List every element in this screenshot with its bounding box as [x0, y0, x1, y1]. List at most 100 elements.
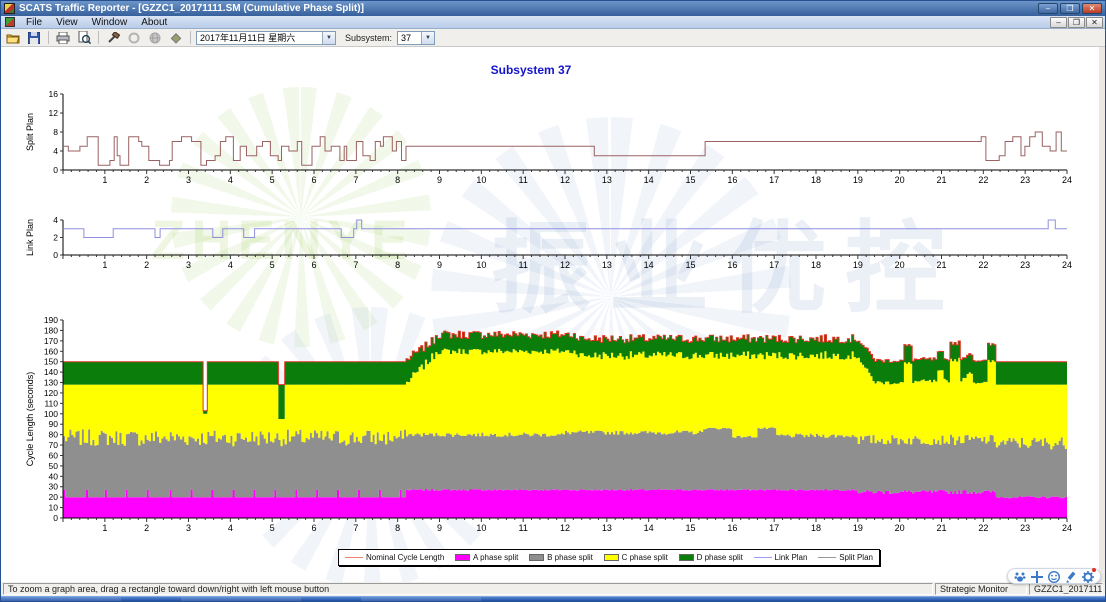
svg-text:17: 17 [769, 260, 779, 270]
legend-marker [529, 554, 544, 561]
menu-item-window[interactable]: Window [85, 16, 135, 29]
svg-text:19: 19 [853, 260, 863, 270]
window-title: SCATS Traffic Reporter - [GZZC1_20171111… [19, 3, 1034, 14]
svg-text:0: 0 [53, 513, 58, 523]
legend-label: Split Plan [839, 553, 873, 562]
subsystem-value: 37 [401, 33, 411, 43]
svg-text:8: 8 [395, 175, 400, 185]
status-bar: To zoom a graph area, drag a rectangle t… [1, 582, 1105, 596]
cycle-length-chart[interactable]: 1234567891011121314151617181920212223240… [21, 315, 1081, 543]
link-plan-chart[interactable]: 1234567891011121314151617181920212223240… [21, 210, 1081, 274]
ime-pencil-icon[interactable] [1065, 570, 1077, 582]
mdi-minimize-button[interactable]: – [1050, 17, 1067, 28]
ime-paw-icon[interactable] [1014, 570, 1026, 582]
svg-text:60: 60 [49, 450, 59, 460]
legend-item: D phase split [679, 553, 743, 562]
stop-button-disabled [146, 30, 164, 45]
mdi-child-icon[interactable] [5, 17, 15, 27]
svg-text:21: 21 [936, 260, 946, 270]
legend-marker [818, 557, 836, 558]
svg-text:8: 8 [53, 127, 58, 137]
svg-text:16: 16 [727, 523, 737, 533]
mdi-restore-button[interactable]: ❐ [1068, 17, 1085, 28]
print-preview-icon [78, 31, 91, 44]
svg-text:30: 30 [49, 482, 59, 492]
minimize-button[interactable]: – [1038, 3, 1058, 14]
svg-text:20: 20 [895, 523, 905, 533]
svg-text:22: 22 [978, 260, 988, 270]
chevron-down-icon[interactable]: ▼ [322, 32, 335, 44]
close-button[interactable]: ✕ [1082, 3, 1102, 14]
svg-text:14: 14 [644, 523, 654, 533]
svg-text:24: 24 [1062, 175, 1072, 185]
save-icon [28, 32, 40, 44]
ring-icon [128, 32, 140, 44]
status-hint: To zoom a graph area, drag a rectangle t… [3, 583, 933, 595]
subsystem-label: Subsystem: [345, 33, 392, 43]
print-button[interactable] [54, 30, 72, 45]
legend-marker [754, 557, 772, 558]
svg-text:7: 7 [353, 260, 358, 270]
svg-text:150: 150 [44, 357, 58, 367]
svg-text:11: 11 [518, 175, 527, 185]
svg-text:12: 12 [49, 108, 59, 118]
tools-icon [107, 32, 120, 44]
mdi-close-button[interactable]: ✕ [1086, 17, 1103, 28]
menu-item-view[interactable]: View [49, 16, 85, 29]
svg-text:15: 15 [685, 523, 695, 533]
ime-smiley-icon[interactable] [1048, 570, 1060, 582]
svg-text:10: 10 [476, 523, 486, 533]
svg-text:15: 15 [685, 260, 695, 270]
svg-text:190: 190 [44, 315, 58, 325]
save-button[interactable] [25, 30, 43, 45]
svg-text:23: 23 [1020, 523, 1030, 533]
svg-text:17: 17 [769, 523, 779, 533]
svg-text:19: 19 [853, 175, 863, 185]
legend-label: C phase split [622, 553, 668, 562]
svg-text:16: 16 [49, 89, 59, 99]
svg-text:18: 18 [811, 260, 821, 270]
svg-text:1: 1 [102, 175, 107, 185]
svg-text:24: 24 [1062, 523, 1072, 533]
svg-text:11: 11 [518, 260, 527, 270]
status-monitor-panel: Strategic Monitor [935, 583, 1027, 595]
svg-text:8: 8 [395, 260, 400, 270]
svg-text:9: 9 [437, 175, 442, 185]
svg-text:18: 18 [811, 523, 821, 533]
legend-label: A phase split [473, 553, 518, 562]
svg-text:80: 80 [49, 430, 59, 440]
legend-marker [679, 554, 694, 561]
svg-text:8: 8 [395, 523, 400, 533]
svg-text:7: 7 [353, 523, 358, 533]
menu-item-about[interactable]: About [134, 16, 174, 29]
svg-text:2: 2 [144, 523, 149, 533]
legend-label: Nominal Cycle Length [366, 553, 444, 562]
svg-text:14: 14 [644, 175, 654, 185]
ime-move-icon[interactable] [1031, 570, 1043, 582]
svg-text:Split Plan: Split Plan [25, 113, 35, 151]
svg-text:2: 2 [53, 233, 58, 243]
svg-text:2: 2 [144, 175, 149, 185]
chevron-down-icon[interactable]: ▼ [421, 32, 434, 44]
svg-text:21: 21 [936, 175, 946, 185]
svg-text:5: 5 [270, 175, 275, 185]
tools-button[interactable] [104, 30, 122, 45]
svg-text:9: 9 [437, 260, 442, 270]
chart-legend: Nominal Cycle Length A phase split B phase… [338, 549, 880, 566]
subsystem-combobox[interactable]: 37 ▼ [397, 31, 435, 45]
svg-text:4: 4 [53, 146, 58, 156]
print-preview-button[interactable] [75, 30, 93, 45]
legend-item: Split Plan [818, 553, 873, 562]
svg-text:11: 11 [518, 523, 527, 533]
date-combobox[interactable]: 2017年11月11日 星期六 ▼ [196, 31, 336, 45]
notification-badge [1092, 568, 1096, 572]
svg-text:10: 10 [476, 175, 486, 185]
maximize-button[interactable]: ❐ [1060, 3, 1080, 14]
legend-label: B phase split [547, 553, 593, 562]
open-file-button[interactable] [4, 30, 22, 45]
menu-item-file[interactable]: File [19, 16, 49, 29]
split-plan-chart[interactable]: 1234567891011121314151617181920212223240… [21, 81, 1081, 186]
svg-text:Cycle Length (seconds): Cycle Length (seconds) [25, 372, 35, 467]
windows-taskbar[interactable] [1, 596, 1105, 601]
ime-gear-icon[interactable] [1082, 570, 1094, 582]
